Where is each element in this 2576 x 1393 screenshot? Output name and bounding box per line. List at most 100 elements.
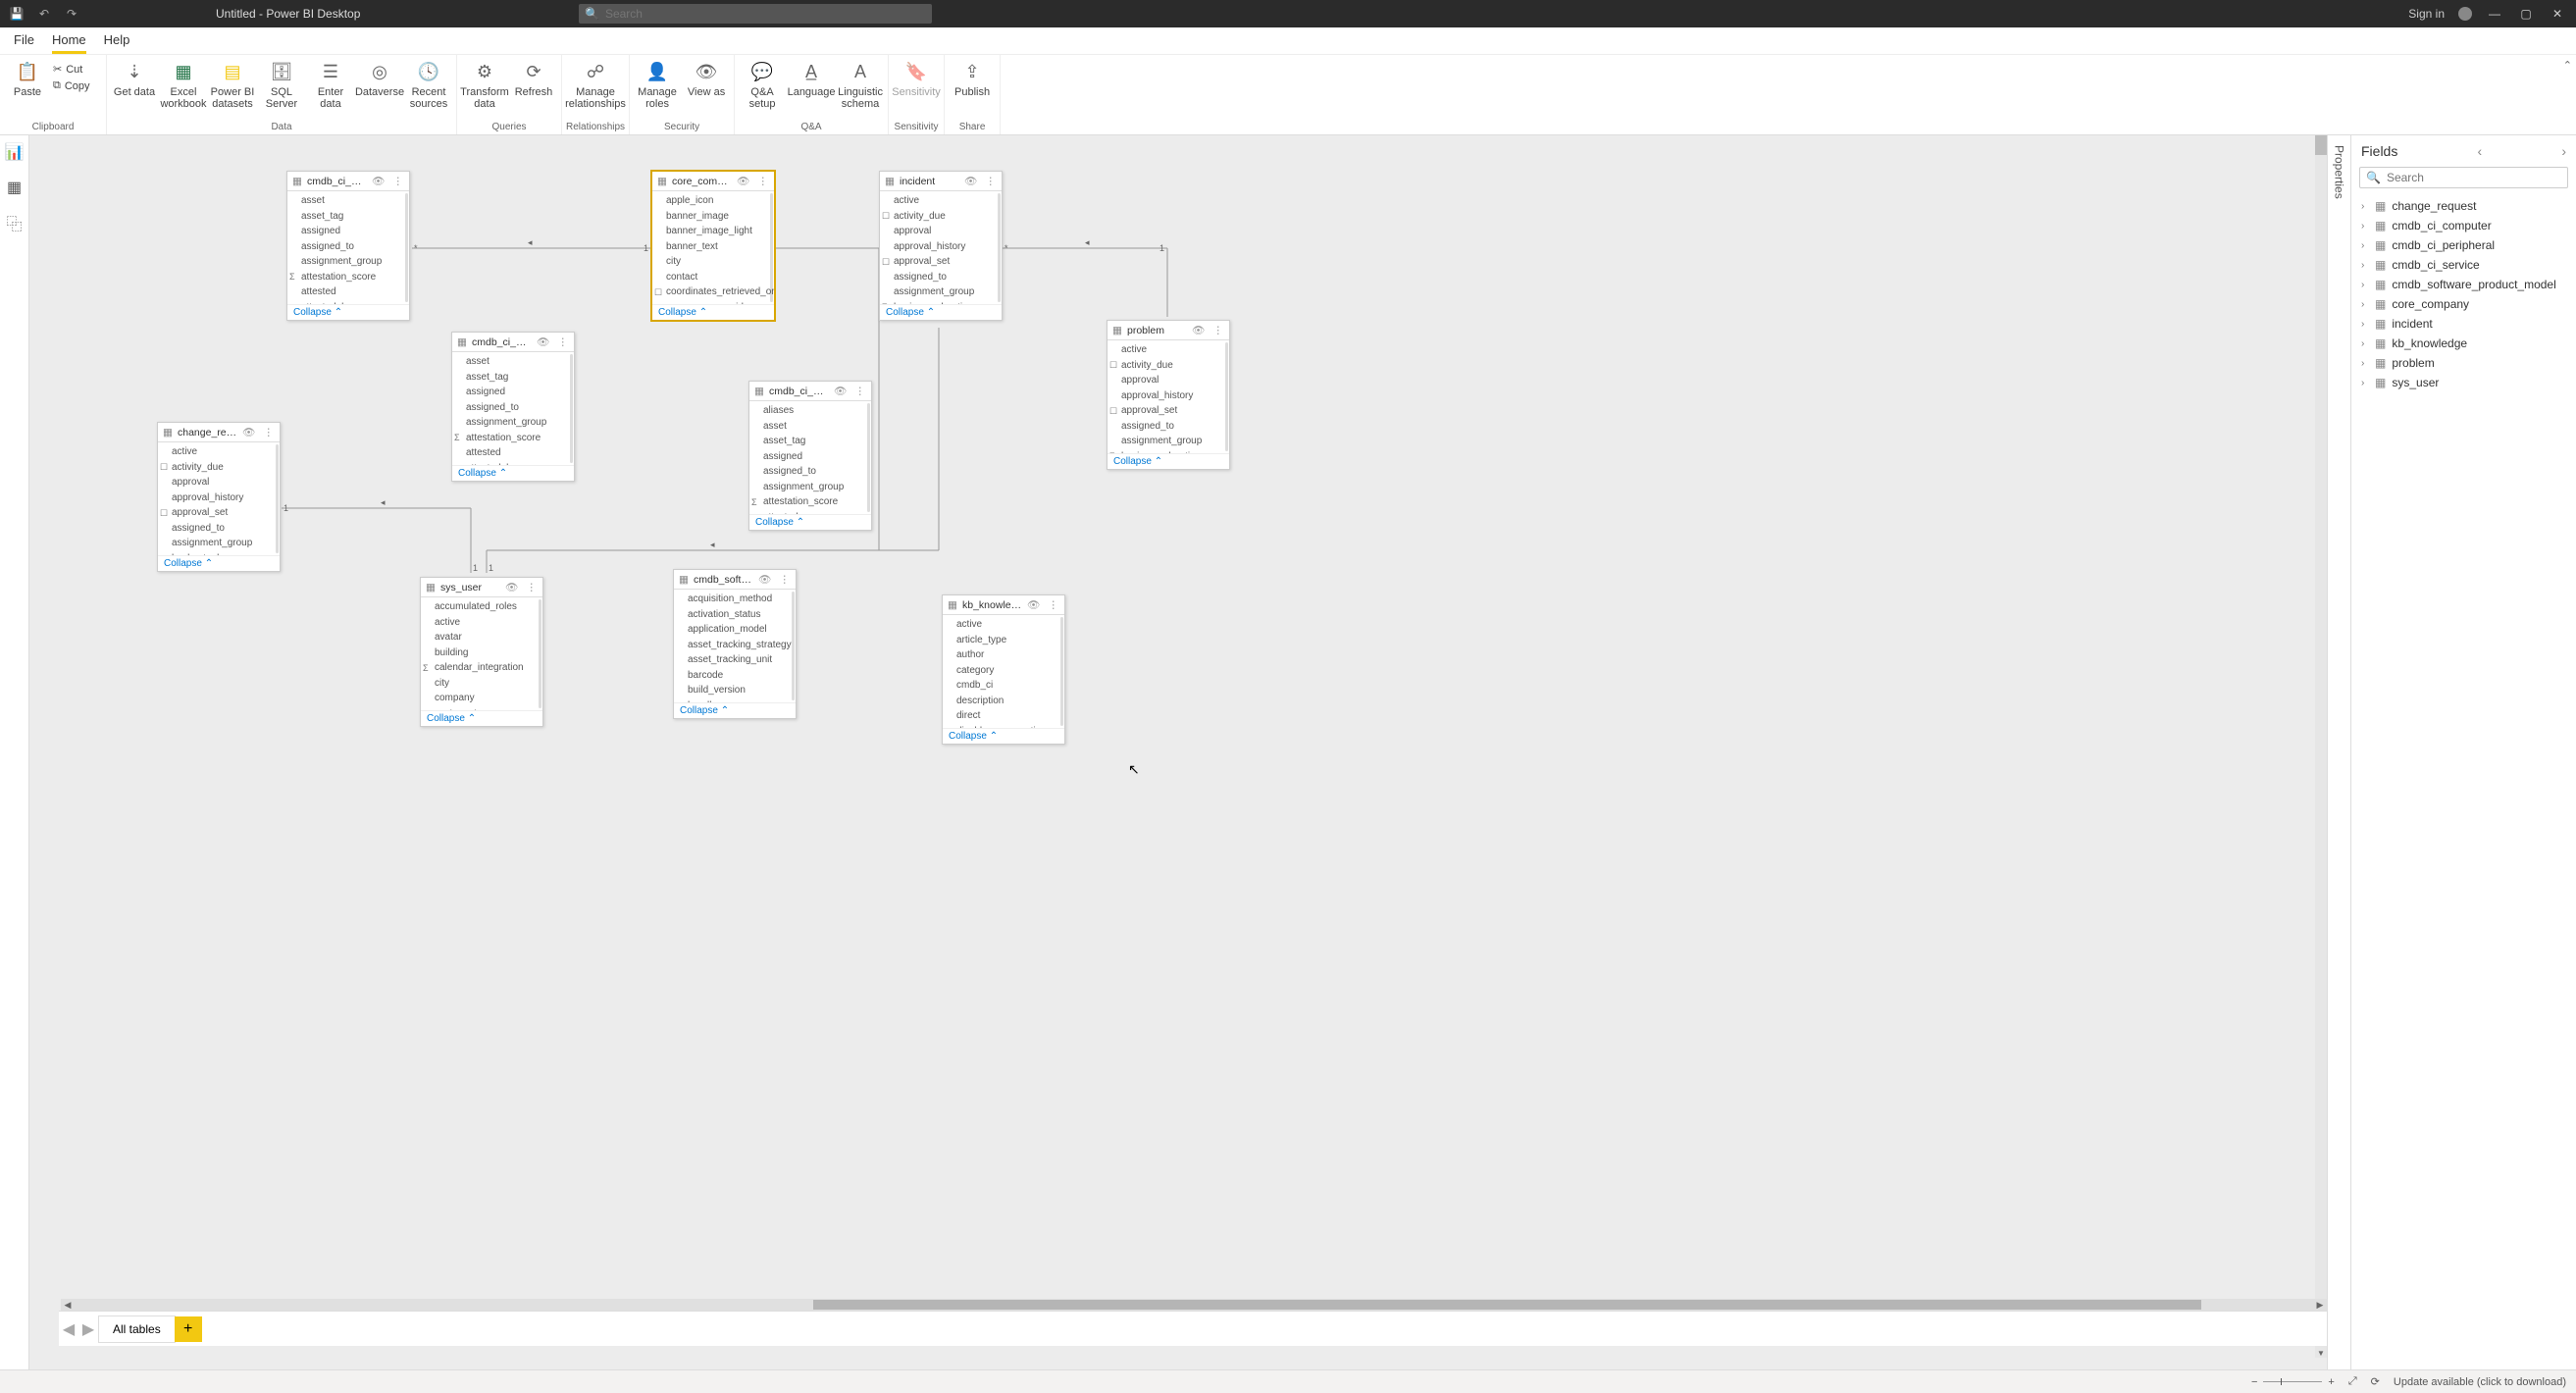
visibility-icon[interactable]: 👁 — [370, 175, 386, 187]
field-active[interactable]: active — [158, 444, 280, 460]
field-backout_plan[interactable]: backout_plan — [158, 551, 280, 556]
field-direct[interactable]: direct — [943, 708, 1064, 724]
field-active[interactable]: active — [421, 615, 542, 631]
sensitivity-button[interactable]: 🔖Sensitivity — [893, 59, 940, 120]
sqlserver-button[interactable]: 🗄SQL Server — [258, 59, 305, 120]
visibility-icon[interactable]: 👁 — [535, 335, 551, 348]
fields-item-kb_knowledge[interactable]: ›▦kb_knowledge — [2351, 334, 2576, 353]
hscroll-thumb[interactable] — [813, 1300, 2201, 1310]
table-card-cmdb_ci_computer[interactable]: ▦cmdb_ci_computer👁⋮assetasset_tagassigne… — [286, 171, 410, 321]
field-assigned_to[interactable]: assigned_to — [880, 270, 1002, 285]
publish-button[interactable]: ⇪Publish — [949, 59, 996, 120]
redo-icon[interactable]: ↷ — [63, 7, 80, 21]
field-attestation_score[interactable]: Σattestation_score — [287, 270, 409, 285]
more-icon[interactable]: ⋮ — [778, 574, 793, 586]
field-assignment_group[interactable]: assignment_group — [158, 536, 280, 551]
visibility-icon[interactable]: 👁 — [1025, 598, 1042, 611]
scroll-right-icon[interactable]: ▶ — [2313, 1300, 2327, 1311]
title-search[interactable]: 🔍 — [579, 4, 932, 24]
field-build_version[interactable]: build_version — [674, 683, 796, 698]
table-card-cmdb_ci_peripheral[interactable]: ▦cmdb_ci_peripheral👁⋮assetasset_tagassig… — [451, 332, 575, 482]
more-icon[interactable]: ⋮ — [756, 176, 771, 187]
paste-button[interactable]: 📋 Paste — [4, 59, 51, 120]
fields-item-change_request[interactable]: ›▦change_request — [2351, 196, 2576, 216]
managerel-button[interactable]: ☍Manage relationships — [570, 59, 621, 120]
field-asset_tag[interactable]: asset_tag — [287, 209, 409, 225]
field-asset_tag[interactable]: asset_tag — [749, 434, 871, 449]
field-asset_tag[interactable]: asset_tag — [452, 370, 574, 386]
visibility-icon[interactable]: 👁 — [240, 426, 257, 439]
field-activity_due[interactable]: ☐activity_due — [880, 209, 1002, 225]
refresh-button[interactable]: ⟳Refresh — [510, 59, 557, 120]
field-avatar[interactable]: avatar — [421, 630, 542, 645]
field-coordinates_retrieved_on[interactable]: ☐coordinates_retrieved_on — [652, 284, 774, 300]
field-accumulated_roles[interactable]: accumulated_roles — [421, 599, 542, 615]
table-card-cmdb_ci_service[interactable]: ▦cmdb_ci_service👁⋮aliasesassetasset_taga… — [748, 381, 872, 531]
field-active[interactable]: active — [880, 193, 1002, 209]
cut-button[interactable]: ✂Cut — [53, 63, 102, 76]
field-asset[interactable]: asset — [287, 193, 409, 209]
vscroll-thumb[interactable] — [2315, 135, 2327, 155]
table-card-sys_user[interactable]: ▦sys_user👁⋮accumulated_rolesactiveavatar… — [420, 577, 543, 727]
field-attested[interactable]: attested — [452, 445, 574, 461]
vertical-scrollbar[interactable]: ▲ ▼ — [2315, 135, 2327, 1358]
table-card-problem[interactable]: ▦problem👁⋮active☐activity_dueapprovalapp… — [1107, 320, 1230, 470]
field-barcode[interactable]: barcode — [674, 668, 796, 684]
field-approval[interactable]: approval — [158, 475, 280, 490]
tab-file[interactable]: File — [14, 27, 34, 54]
tab-alltables[interactable]: All tables — [98, 1316, 176, 1343]
field-asset_tracking_unit[interactable]: asset_tracking_unit — [674, 652, 796, 668]
more-icon[interactable]: ⋮ — [853, 386, 868, 397]
tab-home[interactable]: Home — [52, 27, 86, 54]
scroll-down-icon[interactable]: ▼ — [2315, 1349, 2327, 1358]
table-fields[interactable]: apple_iconbanner_imagebanner_image_light… — [652, 191, 774, 304]
fields-item-core_company[interactable]: ›▦core_company — [2351, 294, 2576, 314]
field-attested_by[interactable]: attested_by — [452, 461, 574, 466]
qasetup-button[interactable]: 💬Q&A setup — [739, 59, 786, 120]
field-contact[interactable]: contact — [652, 270, 774, 285]
visibility-icon[interactable]: 👁 — [962, 175, 979, 187]
data-view-icon[interactable]: ▦ — [6, 179, 24, 196]
field-core_company_id[interactable]: core_company_id — [652, 300, 774, 305]
field-banner_image_light[interactable]: banner_image_light — [652, 224, 774, 239]
table-fields[interactable]: accumulated_rolesactiveavatarbuildingΣca… — [421, 597, 542, 710]
manageroles-button[interactable]: 👤Manage roles — [634, 59, 681, 120]
field-approval_set[interactable]: ☐approval_set — [158, 505, 280, 521]
collapse-button[interactable]: Collapse ⌃ — [652, 304, 774, 320]
visibility-icon[interactable]: 👁 — [1190, 324, 1207, 336]
fields-item-problem[interactable]: ›▦problem — [2351, 353, 2576, 373]
field-author[interactable]: author — [943, 647, 1064, 663]
field-asset[interactable]: asset — [452, 354, 574, 370]
field-application_model[interactable]: application_model — [674, 622, 796, 638]
collapse-button[interactable]: Collapse ⌃ — [287, 304, 409, 320]
fields-item-cmdb_ci_service[interactable]: ›▦cmdb_ci_service — [2351, 255, 2576, 275]
fit-icon[interactable]: ⤢ — [2348, 1375, 2357, 1388]
field-acquisition_method[interactable]: acquisition_method — [674, 592, 796, 607]
more-icon[interactable]: ⋮ — [1211, 325, 1226, 336]
field-attested_by[interactable]: attested_by — [287, 300, 409, 305]
recentsources-button[interactable]: 🕓Recent sources — [405, 59, 452, 120]
field-assignment_group[interactable]: assignment_group — [287, 254, 409, 270]
fields-item-cmdb_ci_peripheral[interactable]: ›▦cmdb_ci_peripheral — [2351, 235, 2576, 255]
fields-item-cmdb_ci_computer[interactable]: ›▦cmdb_ci_computer — [2351, 216, 2576, 235]
visibility-icon[interactable]: 👁 — [503, 581, 520, 593]
field-asset[interactable]: asset — [749, 419, 871, 435]
tabs-prev-icon[interactable]: ◀ — [59, 1319, 78, 1339]
field-aliases[interactable]: aliases — [749, 403, 871, 419]
field-attested[interactable]: attested — [287, 284, 409, 300]
avatar[interactable] — [2458, 7, 2472, 21]
field-approval_history[interactable]: approval_history — [1108, 388, 1229, 404]
refresh-status-icon[interactable]: ⟳ — [2371, 1375, 2380, 1388]
chevron-right-icon[interactable]: › — [2561, 143, 2566, 159]
field-city[interactable]: city — [421, 676, 542, 692]
field-category[interactable]: category — [943, 663, 1064, 679]
getdata-button[interactable]: ⇣Get data — [111, 59, 158, 120]
field-activity_due[interactable]: ☐activity_due — [158, 460, 280, 476]
field-approval_history[interactable]: approval_history — [880, 239, 1002, 255]
language-button[interactable]: A̲Language — [788, 59, 835, 120]
field-active[interactable]: active — [943, 617, 1064, 633]
save-icon[interactable]: 💾 — [8, 7, 26, 21]
field-apple_icon[interactable]: apple_icon — [652, 193, 774, 209]
update-available[interactable]: Update available (click to download) — [2394, 1376, 2566, 1388]
collapse-button[interactable]: Collapse ⌃ — [158, 555, 280, 571]
